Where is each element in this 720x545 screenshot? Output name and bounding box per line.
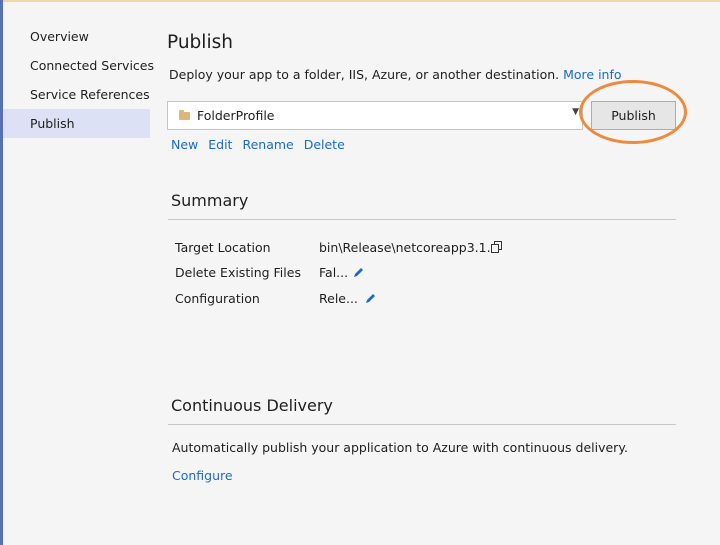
summary-value: Rele... xyxy=(319,291,358,306)
summary-label: Configuration xyxy=(175,291,260,306)
top-border xyxy=(0,0,720,2)
copy-icon[interactable] xyxy=(491,241,503,253)
publish-button[interactable]: Publish xyxy=(591,101,676,130)
sidebar-item-overview[interactable]: Overview xyxy=(3,22,150,51)
chevron-down-icon[interactable]: ▼ xyxy=(572,107,579,117)
page-title: Publish xyxy=(167,32,233,53)
rename-profile-link[interactable]: Rename xyxy=(242,137,293,152)
folder-icon xyxy=(179,110,190,120)
configure-link[interactable]: Configure xyxy=(172,468,233,483)
summary-value: bin\Release\netcoreapp3.1... xyxy=(319,240,499,255)
profile-select[interactable]: FolderProfile ▼ xyxy=(167,101,583,130)
more-info-link[interactable]: More info xyxy=(563,67,621,82)
publish-description-text: Deploy your app to a folder, IIS, Azure,… xyxy=(169,67,560,82)
profile-name: FolderProfile xyxy=(197,108,275,123)
summary-label: Delete Existing Files xyxy=(175,265,301,280)
delete-profile-link[interactable]: Delete xyxy=(304,137,345,152)
summary-heading: Summary xyxy=(171,191,249,210)
pencil-icon[interactable] xyxy=(353,267,364,278)
edit-profile-link[interactable]: Edit xyxy=(208,137,232,152)
profile-actions: New Edit Rename Delete xyxy=(171,137,351,152)
summary-divider xyxy=(168,219,676,220)
continuous-delivery-description: Automatically publish your application t… xyxy=(172,440,628,455)
summary-label: Target Location xyxy=(175,240,271,255)
continuous-delivery-heading: Continuous Delivery xyxy=(171,396,333,415)
sidebar-item-connected-services[interactable]: Connected Services xyxy=(3,51,154,80)
sidebar-nav: Overview Connected Services Service Refe… xyxy=(3,22,154,138)
sidebar-item-publish[interactable]: Publish xyxy=(3,109,150,138)
new-profile-link[interactable]: New xyxy=(171,137,198,152)
continuous-delivery-divider xyxy=(168,424,676,425)
pencil-icon[interactable] xyxy=(365,293,376,304)
sidebar-item-service-references[interactable]: Service References xyxy=(3,80,150,109)
summary-value: Fal... xyxy=(319,265,349,280)
publish-description: Deploy your app to a folder, IIS, Azure,… xyxy=(169,67,622,82)
